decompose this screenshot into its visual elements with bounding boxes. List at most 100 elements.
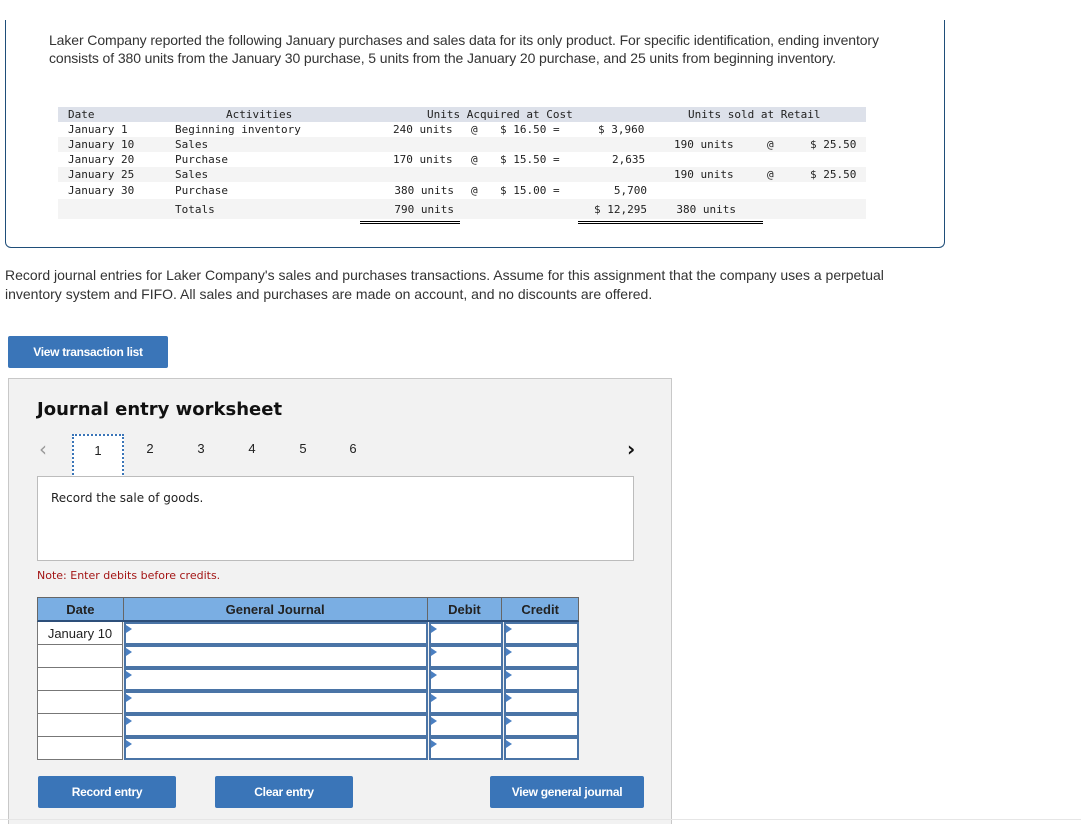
tab-2[interactable]: 2 [124, 434, 176, 476]
account-input[interactable] [126, 739, 426, 758]
table-totals-row: Totals 790 units $ 12,295 380 units [58, 199, 866, 224]
row-sold-price: $ 25.50 [810, 168, 857, 181]
totals-sold-units: 380 units [646, 199, 763, 224]
debit-input[interactable] [431, 647, 501, 666]
row-acq-at: @ [471, 123, 478, 136]
row-date: January 25 [68, 168, 135, 181]
credit-input[interactable] [506, 624, 577, 643]
account-input[interactable] [126, 693, 426, 712]
account-dropdown[interactable] [124, 622, 428, 645]
row-acq-units: 380 units [360, 182, 460, 200]
journal-date-cell: January 10 [37, 622, 123, 645]
account-dropdown[interactable] [124, 737, 428, 760]
row-date: January 1 [68, 123, 128, 136]
row-acq-cost: $ 15.00 = [500, 184, 560, 197]
row-acq-units: 240 units [393, 123, 453, 136]
debit-field[interactable] [429, 645, 503, 668]
credit-field[interactable] [504, 691, 579, 714]
header-units-sold: Units sold at Retail [688, 108, 821, 121]
transaction-description: Record the sale of goods. [51, 491, 204, 505]
general-journal-table: Date General Journal Debit Credit Januar… [37, 597, 579, 760]
row-date: January 30 [68, 184, 135, 197]
credit-input[interactable] [506, 693, 577, 712]
table-row: January 1 Beginning inventory 240 units … [58, 122, 866, 137]
credit-field[interactable] [504, 668, 579, 691]
credit-input[interactable] [506, 716, 577, 735]
problem-intro: Laker Company reported the following Jan… [49, 32, 879, 66]
row-sold-units: 190 units [674, 168, 734, 181]
instruction-text: Record journal entries for Laker Company… [5, 267, 884, 302]
journal-date-cell [37, 737, 123, 760]
header-activities: Activities [226, 108, 293, 121]
account-dropdown[interactable] [124, 691, 428, 714]
credit-input[interactable] [506, 739, 577, 758]
account-input[interactable] [126, 624, 426, 643]
table-row: January 10 Sales 190 units @ $ 25.50 [58, 137, 866, 152]
tab-5[interactable]: 5 [277, 434, 329, 476]
journal-header-credit: Credit [521, 601, 559, 617]
inventory-data-table: Date Activities Units Acquired at Cost U… [58, 107, 866, 224]
journal-row [37, 645, 579, 668]
credit-input[interactable] [506, 670, 577, 689]
totals-acq-total: $ 12,295 [578, 199, 653, 224]
tab-1[interactable]: 1 [72, 434, 124, 478]
row-acq-total: 2,635 [612, 153, 646, 166]
row-acq-total: $ 3,960 [598, 123, 645, 136]
journal-header-date: Date [38, 598, 124, 620]
journal-row [37, 668, 579, 691]
table-row: January 25 Sales 190 units @ $ 25.50 [58, 167, 866, 182]
chevron-left-icon[interactable]: ‹ [39, 439, 47, 459]
account-input[interactable] [126, 716, 426, 735]
transaction-description-box: Record the sale of goods. [37, 476, 634, 561]
journal-entry-worksheet: Journal entry worksheet ‹ 1 2 3 4 5 6 › … [8, 378, 672, 824]
clear-entry-button[interactable]: Clear entry [215, 776, 353, 808]
account-input[interactable] [126, 670, 426, 689]
tab-4[interactable]: 4 [226, 434, 278, 476]
credit-field[interactable] [504, 622, 579, 645]
row-sold-at: @ [767, 168, 774, 181]
credit-field[interactable] [504, 737, 579, 760]
header-units-acquired: Units Acquired at Cost [427, 108, 573, 121]
journal-date-cell [37, 714, 123, 737]
problem-panel: Laker Company reported the following Jan… [5, 20, 945, 248]
debit-field[interactable] [429, 691, 503, 714]
table-row: January 30 Purchase 380 units @ $ 15.00 … [58, 182, 866, 200]
row-date: January 10 [68, 138, 135, 151]
table-row: January 20 Purchase 170 units @ $ 15.50 … [58, 152, 866, 167]
journal-row [37, 691, 579, 714]
debit-input[interactable] [431, 693, 501, 712]
debit-field[interactable] [429, 737, 503, 760]
row-acq-cost: $ 16.50 = [500, 123, 560, 136]
row-acq-at: @ [471, 153, 478, 166]
debit-input[interactable] [431, 739, 501, 758]
row-activity: Purchase [175, 153, 228, 166]
credit-field[interactable] [504, 714, 579, 737]
row-activity: Beginning inventory [175, 123, 301, 136]
account-dropdown[interactable] [124, 645, 428, 668]
tab-6[interactable]: 6 [327, 434, 379, 476]
account-input[interactable] [126, 647, 426, 666]
debit-field[interactable] [429, 622, 503, 645]
debit-input[interactable] [431, 624, 501, 643]
journal-row [37, 737, 579, 760]
credit-input[interactable] [506, 647, 577, 666]
credit-field[interactable] [504, 645, 579, 668]
table-header-row: Date Activities Units Acquired at Cost U… [58, 107, 866, 122]
journal-date-cell [37, 645, 123, 668]
row-acq-units: 170 units [393, 153, 453, 166]
debit-input[interactable] [431, 670, 501, 689]
record-entry-button[interactable]: Record entry [38, 776, 176, 808]
view-transaction-list-button[interactable]: View transaction list [8, 336, 168, 368]
debit-field[interactable] [429, 714, 503, 737]
account-dropdown[interactable] [124, 668, 428, 691]
debit-input[interactable] [431, 716, 501, 735]
journal-header-row: Date General Journal Debit Credit [37, 597, 579, 622]
view-general-journal-button[interactable]: View general journal [490, 776, 644, 808]
debit-field[interactable] [429, 668, 503, 691]
journal-date-cell [37, 691, 123, 714]
chevron-right-icon[interactable]: › [627, 439, 635, 459]
row-acq-cost: $ 15.50 = [500, 153, 560, 166]
tab-3[interactable]: 3 [175, 434, 227, 476]
row-activity: Sales [175, 168, 209, 181]
account-dropdown[interactable] [124, 714, 428, 737]
